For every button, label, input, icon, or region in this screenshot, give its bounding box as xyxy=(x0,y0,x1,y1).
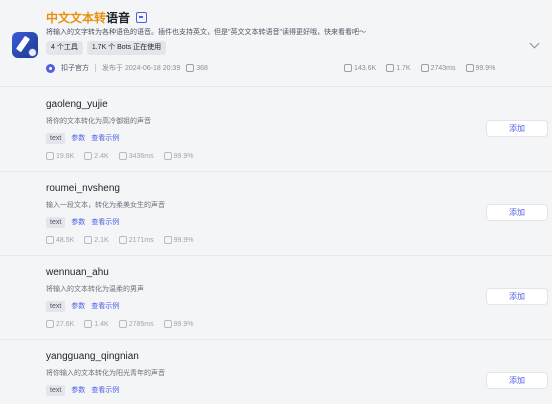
tool-item: yangguang_qingnian 将你输入的文本转化为阳光青年的声音 tex… xyxy=(0,340,552,404)
clock-icon xyxy=(118,236,127,244)
tool-stats: 48.5K 2.1K 2171ms 99.9% xyxy=(46,235,193,245)
star-icon xyxy=(186,64,195,72)
params-link[interactable]: 参数 xyxy=(71,301,85,311)
latency-stat: 3436ms xyxy=(118,152,154,160)
bots-stat: 2.1K xyxy=(84,236,109,244)
author-avatar-icon xyxy=(46,63,55,73)
plugin-logo-icon xyxy=(12,32,38,58)
params-link[interactable]: 参数 xyxy=(71,133,85,143)
bot-icon xyxy=(84,236,93,244)
plugin-title: 中文文本转语音 xyxy=(46,10,131,25)
plugin-detail-page: 中文文本转语音 将输入的文字转为各种语色的语音。插件也支持英文，但是"英文文本转… xyxy=(0,0,552,404)
tool-name: yangguang_qingnian xyxy=(46,351,139,362)
view-example-link[interactable]: 查看示例 xyxy=(91,301,119,311)
tool-actions: text 参数 查看示例 xyxy=(46,216,119,228)
header-divider xyxy=(0,86,552,87)
bots-using-tag: 1.7K 个 Bots 正在使用 xyxy=(86,41,167,55)
add-button[interactable]: 添加 xyxy=(486,288,548,305)
plugin-header: 中文文本转语音 将输入的文字转为各种语色的语音。插件也支持英文，但是"英文文本转… xyxy=(0,0,552,84)
view-example-link[interactable]: 查看示例 xyxy=(91,385,119,395)
calls-stat: 27.6K xyxy=(46,320,74,328)
param-tag: text xyxy=(46,132,66,144)
tool-actions: text 参数 查看示例 xyxy=(46,132,119,144)
calls-stat: 48.5K xyxy=(46,236,74,244)
latency-stat: 2743ms xyxy=(420,64,456,72)
bots-stat: 1.7K xyxy=(386,64,411,72)
param-tag: text xyxy=(46,300,66,312)
tool-description: 将你输入的文本转化为阳光青年的声音 xyxy=(46,370,165,377)
tool-item: wennuan_ahu 将输入的文本转化为温柔的男声 text 参数 查看示例 … xyxy=(0,256,552,340)
published-date: 发布于 2024-06-18 20:39 xyxy=(102,65,181,72)
latency-stat: 2785ms xyxy=(118,320,154,328)
success-stat: 99.9% xyxy=(163,320,193,328)
add-button[interactable]: 添加 xyxy=(486,204,548,221)
tool-actions: text 参数 查看示例 xyxy=(46,384,119,396)
view-example-link[interactable]: 查看示例 xyxy=(91,133,119,143)
open-external-icon[interactable] xyxy=(136,11,148,23)
tool-name: gaoleng_yujie xyxy=(46,99,108,110)
meta-divider xyxy=(95,64,96,72)
check-icon xyxy=(163,152,172,160)
add-button[interactable]: 添加 xyxy=(486,120,548,137)
favorites-stat[interactable]: 368 xyxy=(186,64,208,72)
tool-name: wennuan_ahu xyxy=(46,267,109,278)
plugin-meta: 扣子官方 发布于 2024-06-18 20:39 368 xyxy=(46,62,208,74)
tool-item: roumei_nvsheng 输入一段文本，转化为柔美女生的声音 text 参数… xyxy=(0,172,552,256)
calls-icon xyxy=(46,320,54,328)
plugin-tags: 4 个工具 1.7K 个 Bots 正在使用 xyxy=(46,41,167,55)
tool-stats: 19.8K 2.4K 3436ms 99.9% xyxy=(46,151,193,161)
add-button[interactable]: 添加 xyxy=(486,372,548,389)
param-tag: text xyxy=(46,384,66,396)
tool-description: 将你的文本转化为高冷御姐的声音 xyxy=(46,118,151,125)
plugin-title-row: 中文文本转语音 xyxy=(46,9,148,25)
plugin-stats: 143.6K 1.7K 2743ms 99.9% xyxy=(344,62,495,74)
success-stat: 99.9% xyxy=(465,64,495,72)
author-name[interactable]: 扣子官方 xyxy=(61,63,89,73)
tool-actions: text 参数 查看示例 xyxy=(46,300,119,312)
bots-stat: 2.4K xyxy=(84,152,109,160)
bot-icon xyxy=(386,64,395,72)
params-link[interactable]: 参数 xyxy=(71,385,85,395)
success-stat: 99.9% xyxy=(163,152,193,160)
check-icon xyxy=(163,320,172,328)
calls-icon xyxy=(46,152,54,160)
param-tag: text xyxy=(46,216,66,228)
clock-icon xyxy=(118,152,127,160)
chevron-down-icon[interactable] xyxy=(529,38,540,49)
calls-icon xyxy=(344,64,352,72)
success-stat: 99.9% xyxy=(163,236,193,244)
bot-icon xyxy=(84,320,93,328)
clock-icon xyxy=(420,64,429,72)
plugin-description: 将输入的文字转为各种语色的语音。插件也支持英文，但是"英文文本转语音"读得更好哦… xyxy=(46,29,366,36)
latency-stat: 2171ms xyxy=(118,236,154,244)
check-icon xyxy=(465,64,474,72)
bot-icon xyxy=(84,152,93,160)
tool-stats: 27.6K 1.4K 2785ms 99.9% xyxy=(46,319,193,329)
params-link[interactable]: 参数 xyxy=(71,217,85,227)
calls-icon xyxy=(46,236,54,244)
view-example-link[interactable]: 查看示例 xyxy=(91,217,119,227)
bots-stat: 1.4K xyxy=(84,320,109,328)
clock-icon xyxy=(118,320,127,328)
calls-stat: 143.6K xyxy=(344,64,376,72)
tool-count-tag: 4 个工具 xyxy=(46,41,83,55)
tool-item: gaoleng_yujie 将你的文本转化为高冷御姐的声音 text 参数 查看… xyxy=(0,88,552,172)
calls-stat: 19.8K xyxy=(46,152,74,160)
check-icon xyxy=(163,236,172,244)
tool-name: roumei_nvsheng xyxy=(46,183,120,194)
tool-description: 将输入的文本转化为温柔的男声 xyxy=(46,286,144,293)
tool-description: 输入一段文本，转化为柔美女生的声音 xyxy=(46,202,165,209)
